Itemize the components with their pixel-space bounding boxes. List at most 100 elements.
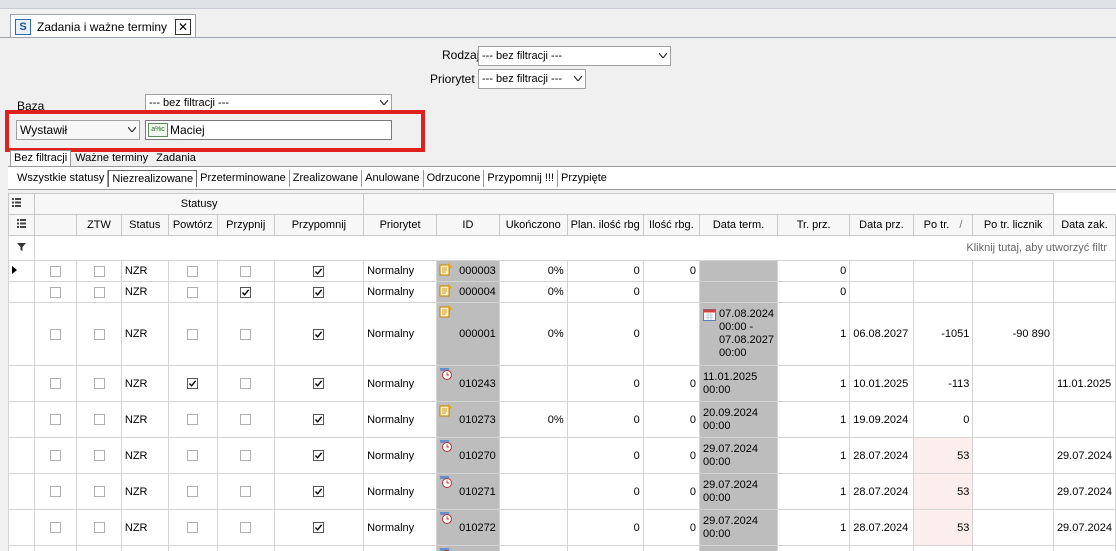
row-indicator-cell [8, 545, 36, 551]
checkbox[interactable] [240, 486, 252, 498]
tab-przypomnij[interactable]: Przypomnij !!! [484, 170, 559, 187]
column-header-1[interactable]: Status [120, 214, 169, 236]
checkbox[interactable] [187, 522, 199, 534]
checkbox[interactable] [93, 378, 105, 390]
filter-hint-cell[interactable]: Kliknij tutaj, aby utworzyć filtr [34, 235, 1116, 261]
checkbox[interactable] [187, 486, 199, 498]
status-cell: NZR [120, 260, 169, 282]
note-icon [439, 262, 453, 279]
filter-icon-cell[interactable] [8, 235, 36, 261]
column-header-6[interactable]: ID [436, 214, 500, 236]
checkbox[interactable] [93, 486, 105, 498]
checkbox-checked[interactable] [187, 378, 199, 390]
checkbox[interactable] [93, 450, 105, 462]
document-tab[interactable]: S Zadania i ważne terminy ✕ [10, 14, 197, 38]
table-row[interactable]: NZR Normalny 000004 0% 0 0 [8, 281, 1116, 303]
checkbox[interactable] [50, 265, 62, 277]
column-header-4[interactable]: Przypomnij [273, 214, 365, 236]
checkbox-checked[interactable] [240, 286, 252, 298]
column-header-7[interactable]: Ukończono [498, 214, 568, 236]
table-row[interactable]: NZR Normalny 010270 0 0 29.07.2024 00:00 1 28.0… [8, 437, 1116, 474]
table-row[interactable] [8, 545, 1116, 551]
checkbox[interactable] [50, 414, 62, 426]
priorytet-select[interactable]: --- bez filtracji --- [478, 69, 586, 89]
header-corner-cell[interactable] [8, 214, 36, 236]
checkbox[interactable] [240, 378, 252, 390]
data-zak-cell [1052, 545, 1116, 551]
status-value: NZR [124, 328, 148, 340]
checkbox-checked[interactable] [313, 414, 325, 426]
column-header-label: Przypomnij [291, 219, 347, 231]
table-row[interactable]: NZR Normalny 010273 0% 0 0 20.09.2024 00:00 1 19… [8, 401, 1116, 438]
tab-przypiete[interactable]: Przypięte [558, 170, 610, 187]
table-row[interactable]: NZR Normalny 010271 0 0 29.07.2024 00:00 1 28.0… [8, 473, 1116, 510]
column-chooser-cell[interactable] [8, 193, 36, 215]
column-header-3[interactable]: Przypnij [216, 214, 275, 236]
column-header-11[interactable]: Tr. prz. [777, 214, 851, 236]
table-row[interactable]: NZR Normalny 010243 0 0 11.01.2025 00:00 1 10.0… [8, 365, 1116, 402]
tab-zrealizowane[interactable]: Zrealizowane [290, 170, 363, 187]
tab-niezrealizowane[interactable]: Niezrealizowane [108, 170, 198, 187]
column-header-14[interactable]: Po tr. licznik [972, 214, 1054, 236]
checkbox[interactable] [187, 265, 199, 277]
checkbox[interactable] [93, 286, 105, 298]
tab-wszystkie-statusy[interactable]: Wszystkie statusy [14, 170, 109, 187]
checkbox[interactable] [240, 522, 252, 534]
column-header-12[interactable]: Data prz. [849, 214, 914, 236]
column-header-2[interactable]: Powtórz [167, 214, 218, 236]
table-row[interactable]: NZR Normalny 000001 0% 0 07.08.2024 00:00 - 0… [8, 302, 1116, 366]
filter-row[interactable]: Kliknij tutaj, aby utworzyć filtr [8, 235, 1116, 261]
tab-bez-filtracji[interactable]: Bez filtracji [10, 150, 72, 166]
data-prz-value: 28.07.2024 [853, 521, 909, 534]
close-tab-button[interactable]: ✕ [175, 18, 192, 35]
checkbox[interactable] [50, 286, 62, 298]
column-header-9[interactable]: Ilość rbg. [642, 214, 700, 236]
tab-anulowane[interactable]: Anulowane [362, 170, 424, 187]
table-row[interactable]: NZR Normalny 010272 0 0 29.07.2024 00:00 1 28.0… [8, 509, 1116, 546]
checkbox[interactable] [240, 450, 252, 462]
checkbox[interactable] [50, 378, 62, 390]
checkbox[interactable] [240, 328, 252, 340]
checkbox-checked[interactable] [313, 486, 325, 498]
checkbox[interactable] [50, 328, 62, 340]
table-row[interactable]: NZR Normalny 000003 0% 0 0 0 [8, 260, 1116, 282]
column-header-5[interactable]: Priorytet [363, 214, 438, 236]
status-value: NZR [124, 521, 148, 534]
checkbox[interactable] [93, 328, 105, 340]
timer-icon [439, 511, 453, 528]
checkbox-checked[interactable] [313, 522, 325, 534]
powtorz-cell [167, 545, 218, 551]
checkbox[interactable] [93, 522, 105, 534]
tab-przeterminowane[interactable]: Przeterminowane [197, 170, 290, 187]
column-header-0[interactable]: ZTW [76, 214, 122, 236]
column-header-13[interactable]: Po tr. / [912, 214, 974, 236]
checkbox-checked[interactable] [313, 378, 325, 390]
checkbox[interactable] [50, 486, 62, 498]
checkbox[interactable] [187, 414, 199, 426]
checkbox-checked[interactable] [313, 450, 325, 462]
checkbox[interactable] [187, 328, 199, 340]
filter-icon[interactable] [17, 242, 27, 254]
checkbox[interactable] [240, 265, 252, 277]
tab-odrzucone[interactable]: Odrzucone [424, 170, 485, 187]
checkbox[interactable] [93, 414, 105, 426]
sort-indicator: / [959, 219, 963, 231]
rodzaj-select[interactable]: --- bez filtracji --- [478, 46, 671, 66]
checkbox[interactable] [187, 286, 199, 298]
column-chooser-icon[interactable] [12, 198, 21, 210]
column-chooser-icon[interactable] [17, 219, 27, 231]
column-header-8[interactable]: Plan. ilość rbg [566, 214, 644, 236]
checkbox-checked[interactable] [313, 328, 325, 340]
column-header-15[interactable]: Data zak. [1052, 214, 1116, 236]
checkbox-checked[interactable] [313, 265, 325, 277]
tab-zadania[interactable]: Zadania [152, 150, 200, 167]
tab-wazne-terminy[interactable]: Ważne terminy [71, 150, 152, 167]
checkbox[interactable] [50, 450, 62, 462]
column-header-10[interactable]: Data term. [698, 214, 779, 236]
id-cell: 010272 [436, 509, 500, 546]
checkbox-checked[interactable] [313, 286, 325, 298]
checkbox[interactable] [93, 265, 105, 277]
checkbox[interactable] [187, 450, 199, 462]
checkbox[interactable] [50, 522, 62, 534]
checkbox[interactable] [240, 414, 252, 426]
